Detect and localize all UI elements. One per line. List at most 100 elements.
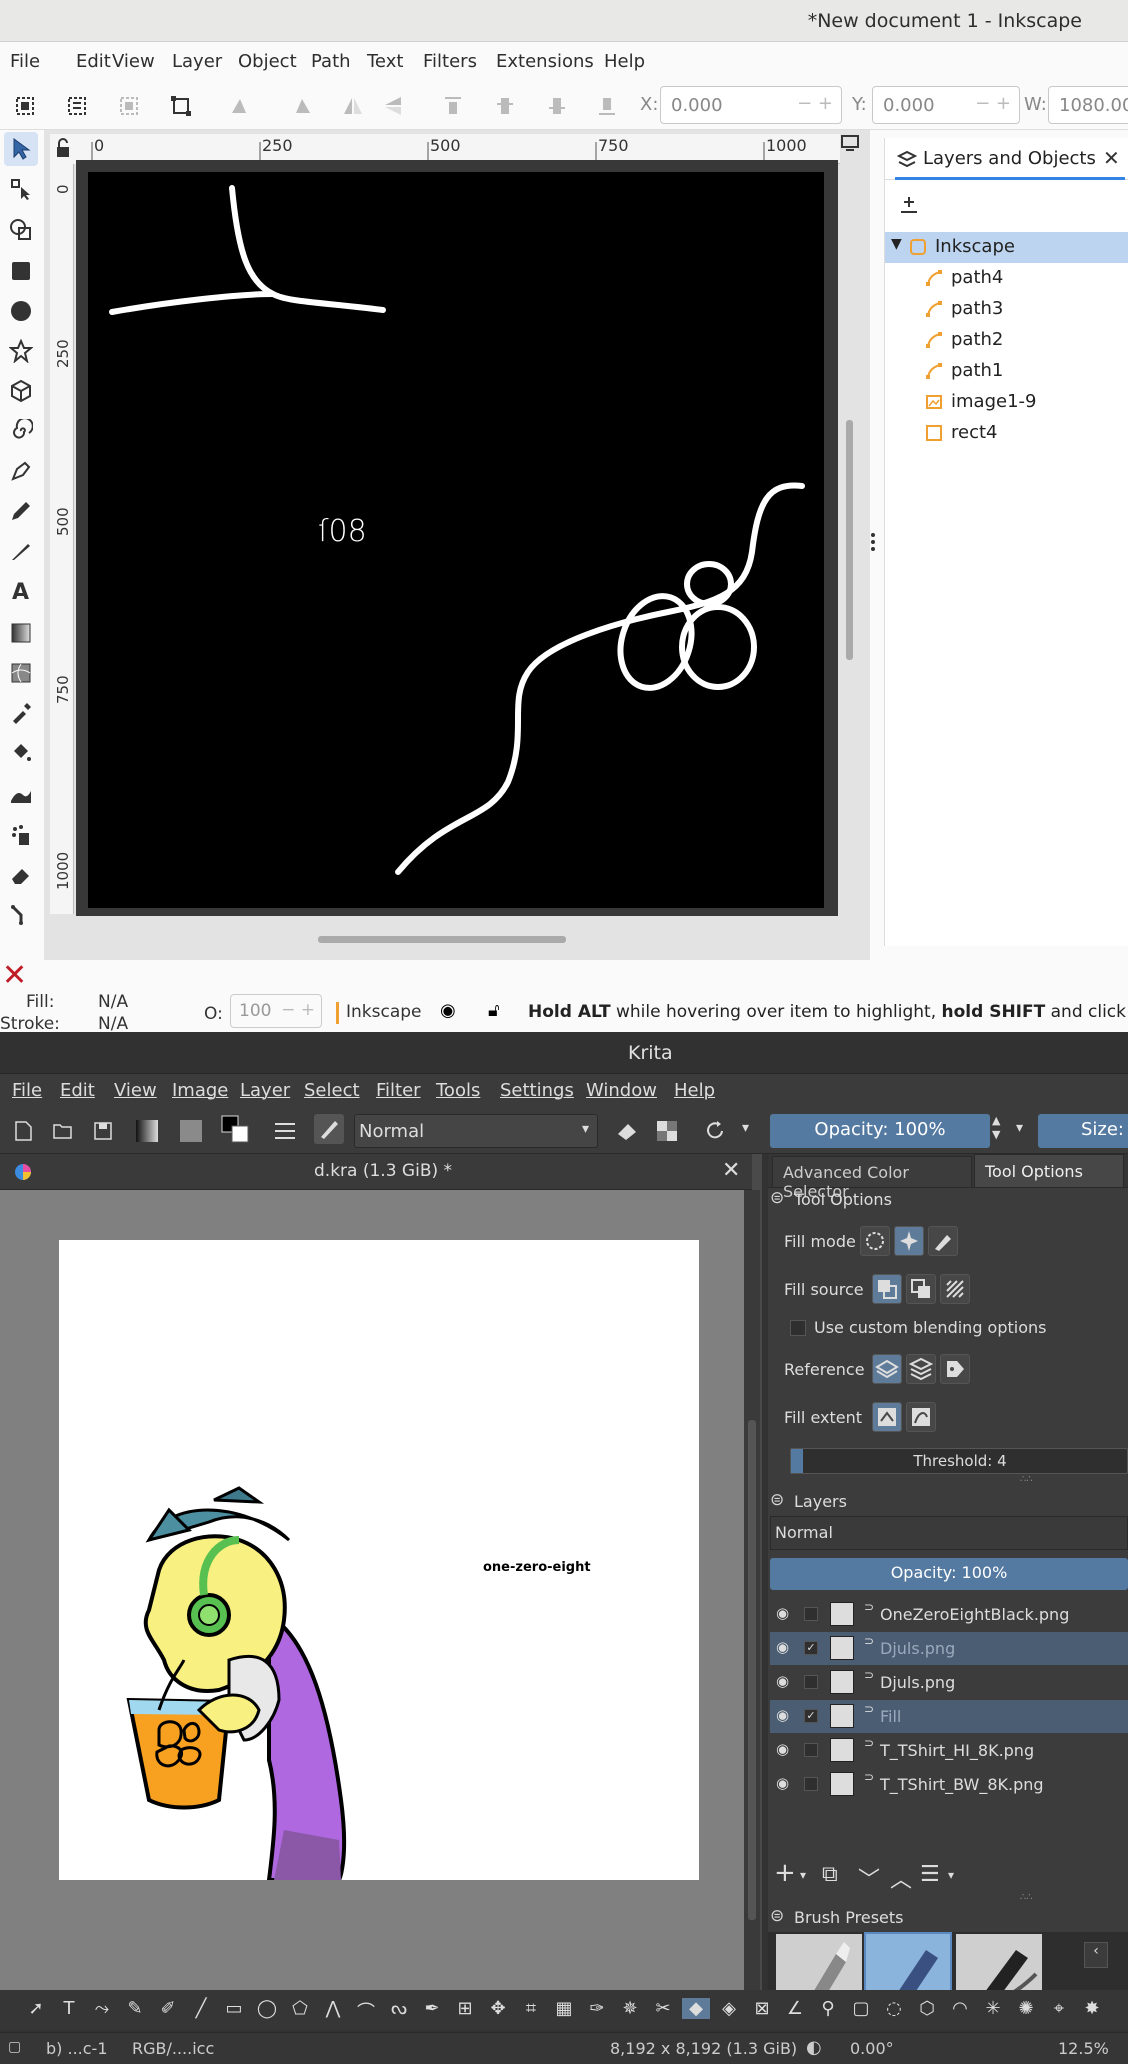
gradient-tool-icon[interactable]: ▦: [550, 1998, 578, 2019]
rotate-cw-icon[interactable]: [290, 93, 316, 119]
tab-layers-objects[interactable]: Layers and Objects ✕: [895, 138, 1125, 180]
rect4-background[interactable]: ſ08: [88, 172, 824, 908]
gradient-icon[interactable]: [132, 1116, 162, 1146]
polyline-tool-icon[interactable]: ⋀: [319, 1998, 347, 2019]
duplicate-layer-icon[interactable]: ⧉: [822, 1862, 838, 1887]
menu-file[interactable]: File: [10, 51, 40, 72]
collapse-tool-options-icon[interactable]: ⊜: [770, 1188, 784, 1208]
fill-fg-color-icon[interactable]: [872, 1274, 902, 1304]
horizontal-scrollbar[interactable]: [318, 936, 566, 943]
layer-row[interactable]: ◉ ⊃ Djuls.png: [770, 1666, 1128, 1699]
menu-settings[interactable]: Settings: [500, 1080, 574, 1101]
reference-images-tool-icon[interactable]: ⚲: [814, 1998, 842, 2019]
drawing-paths[interactable]: [88, 172, 824, 908]
fill-lineart-mode-icon[interactable]: [928, 1226, 958, 1256]
menu-text[interactable]: Text: [367, 51, 403, 72]
edit-shapes-tool-icon[interactable]: ⤳: [88, 1998, 116, 2019]
transform-tool-icon[interactable]: ⊞: [451, 1998, 479, 2019]
visibility-eye-icon[interactable]: ◉: [776, 1672, 789, 1690]
document-tab[interactable]: d.kra (1.3 GiB) * ✕: [0, 1154, 752, 1190]
polygonal-select-tool-icon[interactable]: ⬡: [913, 1998, 941, 2019]
close-tab-icon[interactable]: ✕: [1103, 146, 1120, 170]
node-tool-icon[interactable]: [4, 172, 38, 206]
layer-select-checkbox[interactable]: [804, 1675, 818, 1689]
chevron-down-icon[interactable]: ▾: [948, 1868, 954, 1882]
open-document-icon[interactable]: [48, 1116, 78, 1146]
opacity-field[interactable]: 100− +: [230, 994, 322, 1028]
menu-image[interactable]: Image: [172, 1080, 228, 1101]
spray-tool-icon[interactable]: [4, 818, 38, 852]
menu-filter[interactable]: Filter: [376, 1080, 421, 1101]
blend-mode-select[interactable]: Normal ▾: [354, 1114, 598, 1148]
crop-tool-icon[interactable]: ⌗: [517, 1998, 545, 2019]
panel-resize-handle[interactable]: [870, 532, 876, 556]
text-tool-icon[interactable]: A: [4, 574, 38, 608]
menu-layer[interactable]: Layer: [240, 1080, 290, 1101]
freehand-brush-tool-icon[interactable]: ✐: [154, 1998, 182, 2019]
paint-bucket-icon[interactable]: [4, 736, 38, 770]
expand-arrow-icon[interactable]: ▼: [891, 236, 902, 252]
document-page[interactable]: ſ08: [76, 160, 838, 916]
lock-guides-icon[interactable]: [54, 138, 72, 162]
menu-object[interactable]: Object: [238, 51, 297, 72]
raise-icon[interactable]: [492, 93, 518, 119]
menu-path[interactable]: Path: [311, 51, 351, 72]
text-tool-icon[interactable]: T: [55, 1998, 83, 2019]
calligraphy-tool-icon[interactable]: [4, 534, 38, 568]
status-profile[interactable]: RGB/....icc: [132, 2039, 214, 2058]
vertical-scrollbar[interactable]: [846, 420, 853, 660]
menu-edit[interactable]: Edit: [76, 51, 111, 72]
chevron-down-icon[interactable]: ▾: [742, 1120, 749, 1136]
visibility-eye-icon[interactable]: ◉: [776, 1706, 789, 1724]
bounding-box-icon[interactable]: [168, 93, 194, 119]
bezier-select-tool-icon[interactable]: ⌖: [1045, 1998, 1073, 2019]
dropper-tool-icon[interactable]: [4, 696, 38, 730]
freehand-select-tool-icon[interactable]: ◠: [946, 1998, 974, 2019]
path1-eight-top[interactable]: [684, 561, 734, 607]
lower-to-bottom-icon[interactable]: [594, 93, 620, 119]
tab-tool-options[interactable]: Tool Options: [974, 1154, 1124, 1188]
similar-select-tool-icon[interactable]: ✺: [1012, 1998, 1040, 2019]
select-all-layers-icon[interactable]: [64, 93, 90, 119]
current-layer[interactable]: Inkscape: [346, 1002, 422, 1022]
menu-filters[interactable]: Filters: [423, 51, 477, 72]
layer-root-inkscape[interactable]: ▼ Inkscape: [885, 232, 1128, 263]
brush-preset-icon[interactable]: [314, 1114, 344, 1144]
assistant-tool-icon[interactable]: ⊠: [748, 1998, 776, 2019]
raise-to-top-icon[interactable]: [440, 93, 466, 119]
measure-tool-icon[interactable]: ∠: [781, 1998, 809, 2019]
fill-selection-mode-icon[interactable]: [860, 1226, 890, 1256]
reference-labeled-layers-icon[interactable]: [940, 1354, 970, 1384]
layer-row[interactable]: ◉ ✓ ⊃ Fill: [770, 1700, 1128, 1733]
tab-advanced-color-selector[interactable]: Advanced Color Selector: [772, 1156, 972, 1201]
y-field[interactable]: 0.000− +: [872, 86, 1020, 124]
layer-select-checkbox[interactable]: [804, 1607, 818, 1621]
layer-properties-icon[interactable]: ☰: [920, 1862, 940, 1887]
collapse-brush-presets-icon[interactable]: ⊜: [770, 1906, 784, 1926]
object-row[interactable]: image1-9: [885, 387, 1128, 418]
add-layer-icon[interactable]: [899, 194, 919, 218]
krita-canvas[interactable]: one-zero-eight: [0, 1190, 744, 1990]
rectangle-tool-icon[interactable]: [4, 254, 38, 288]
extent-bounded-region-icon[interactable]: [906, 1402, 936, 1432]
layer-select-checkbox[interactable]: ✓: [804, 1709, 818, 1723]
collapse-layers-icon[interactable]: ⊜: [770, 1490, 784, 1510]
layer-select-checkbox[interactable]: ✓: [804, 1641, 818, 1655]
fill-similar-mode-icon[interactable]: [894, 1226, 924, 1256]
threshold-slider[interactable]: Threshold: 4: [790, 1448, 1128, 1474]
pen-tool-icon[interactable]: [4, 454, 38, 488]
add-layer-icon[interactable]: +: [774, 1858, 796, 1888]
status-dimensions[interactable]: 8,192 x 8,192 (1.3 GiB): [610, 2039, 797, 2058]
color-sampler-tool-icon[interactable]: ✑: [583, 1998, 611, 2019]
status-brush[interactable]: b) ...c-1: [46, 2039, 108, 2058]
eraser-tool-icon[interactable]: [4, 858, 38, 892]
move-layer-up-icon[interactable]: ︿: [890, 1862, 912, 1894]
ellipse-tool-icon[interactable]: [4, 294, 38, 328]
connector-tool-icon[interactable]: [4, 898, 38, 932]
status-info-icon[interactable]: ▢: [8, 2039, 21, 2055]
menu-tools[interactable]: Tools: [436, 1080, 480, 1101]
polygon-tool-icon[interactable]: ⬠: [286, 1998, 314, 2019]
resize-grip[interactable]: ∴∴: [1020, 1474, 1033, 1485]
layer-row[interactable]: ◉ ⊃ OneZeroEightBlack.png: [770, 1598, 1128, 1631]
dynamic-brush-tool-icon[interactable]: ✒: [418, 1998, 446, 2019]
